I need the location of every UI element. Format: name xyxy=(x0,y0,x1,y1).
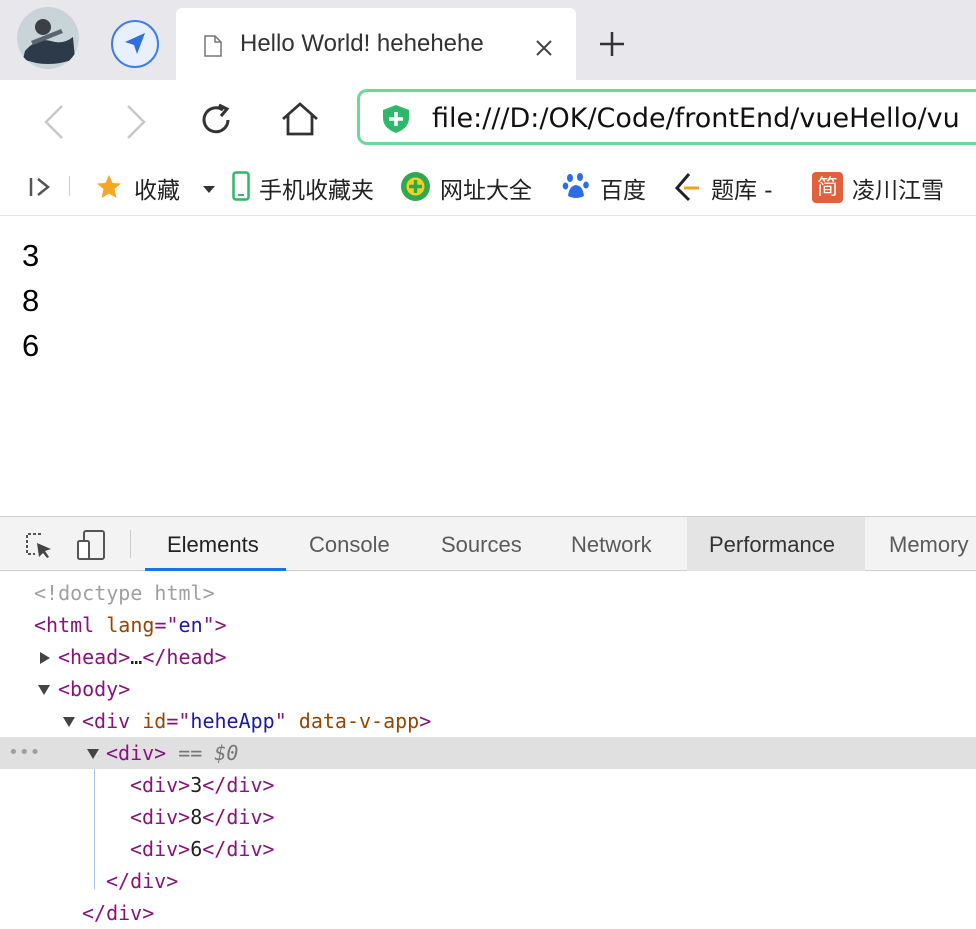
user-avatar[interactable] xyxy=(17,7,79,69)
inspect-element-icon[interactable] xyxy=(25,532,53,560)
tab-performance[interactable]: Performance xyxy=(687,517,865,571)
dom-close-div[interactable]: </div> xyxy=(106,865,178,897)
bookmark-favorites[interactable]: 收藏 xyxy=(134,171,180,205)
bookmark-lingchuan[interactable]: 凌川江雪 xyxy=(852,171,944,205)
tab-network[interactable]: Network xyxy=(549,517,674,571)
bookmarks-bar: 收藏 手机收藏夹 网址大全 百度 题库 - 简 凌川江雪 xyxy=(0,158,976,216)
dom-close-div-partial[interactable]: </div> xyxy=(82,897,154,929)
home-icon[interactable] xyxy=(279,99,321,139)
url-text[interactable]: file:///D:/OK/Code/frontEnd/vueHello/vu xyxy=(432,103,960,134)
tab-memory[interactable]: Memory xyxy=(867,517,976,571)
paw-icon xyxy=(562,173,589,198)
collapse-arrow-icon[interactable] xyxy=(86,748,100,760)
dom-app-div-node[interactable]: <div id="heheApp" data-v-app> xyxy=(82,705,431,737)
tiku-icon xyxy=(674,173,699,202)
address-bar[interactable]: file:///D:/OK/Code/frontEnd/vueHello/vu xyxy=(357,89,976,145)
divider xyxy=(130,530,131,558)
tab-strip: Hello World! hehehehe xyxy=(0,0,976,80)
navigation-icon[interactable] xyxy=(111,20,159,68)
output-line: 3 xyxy=(22,238,40,273)
output-line: 6 xyxy=(22,328,40,363)
dom-child-div-node[interactable]: <div>3</div> xyxy=(130,769,275,801)
ellipsis: … xyxy=(130,645,143,669)
page-content: 3 8 6 xyxy=(0,216,976,516)
collapse-arrow-icon[interactable] xyxy=(62,716,76,728)
row-menu-ellipsis[interactable]: ••• xyxy=(8,737,41,769)
devtools-tabbar: Elements Console Sources Network Perform… xyxy=(0,516,976,571)
dom-child-div-node[interactable]: <div>6</div> xyxy=(130,833,275,865)
dom-head-node[interactable]: <head>…</head> xyxy=(58,641,227,673)
back-icon[interactable] xyxy=(40,102,68,142)
close-icon[interactable] xyxy=(534,38,554,58)
dom-selected-div-node[interactable]: <div> == $0 xyxy=(106,737,238,769)
dom-body-node[interactable]: <body> xyxy=(58,673,130,705)
bookmark-tiku[interactable]: 题库 - xyxy=(711,171,773,205)
tab-elements[interactable]: Elements xyxy=(145,517,286,571)
tab-title: Hello World! hehehehe xyxy=(240,30,484,57)
forward-icon[interactable] xyxy=(122,102,150,142)
dom-doctype[interactable]: <!doctype html> xyxy=(34,577,215,609)
tab-console[interactable]: Console xyxy=(287,517,412,571)
divider xyxy=(69,176,70,196)
reload-icon[interactable] xyxy=(197,101,235,139)
dom-html-node[interactable]: <html lang="en"> xyxy=(34,609,227,641)
phone-icon xyxy=(232,171,250,201)
expand-arrow-icon[interactable] xyxy=(39,651,51,665)
device-toolbar-icon[interactable] xyxy=(76,529,108,561)
page-icon xyxy=(204,35,222,57)
browser-toolbar: file:///D:/OK/Code/frontEnd/vueHello/vu xyxy=(0,80,976,158)
tab-sources[interactable]: Sources xyxy=(419,517,544,571)
star-icon xyxy=(97,175,121,198)
bookmark-baidu[interactable]: 百度 xyxy=(600,171,646,205)
new-tab-icon[interactable] xyxy=(598,30,626,58)
output-line: 8 xyxy=(22,283,40,318)
browser-tab[interactable]: Hello World! hehehehe xyxy=(176,8,576,80)
collapse-arrow-icon[interactable] xyxy=(37,684,51,696)
indent-guide xyxy=(94,769,95,889)
bookmark-directory[interactable]: 网址大全 xyxy=(440,171,532,205)
dom-child-div-node[interactable]: <div>8</div> xyxy=(130,801,275,833)
plus-circle-icon xyxy=(401,172,430,201)
elements-panel: ••• <!doctype html> <html lang="en"> <he… xyxy=(0,571,976,925)
chevron-down-icon[interactable] xyxy=(202,185,216,195)
selected-marker: == $0 xyxy=(178,741,239,765)
security-shield-icon xyxy=(383,105,409,133)
jian-icon: 简 xyxy=(812,172,843,203)
sidebar-toggle-icon[interactable] xyxy=(28,175,54,199)
bookmark-mobile[interactable]: 手机收藏夹 xyxy=(259,171,374,205)
